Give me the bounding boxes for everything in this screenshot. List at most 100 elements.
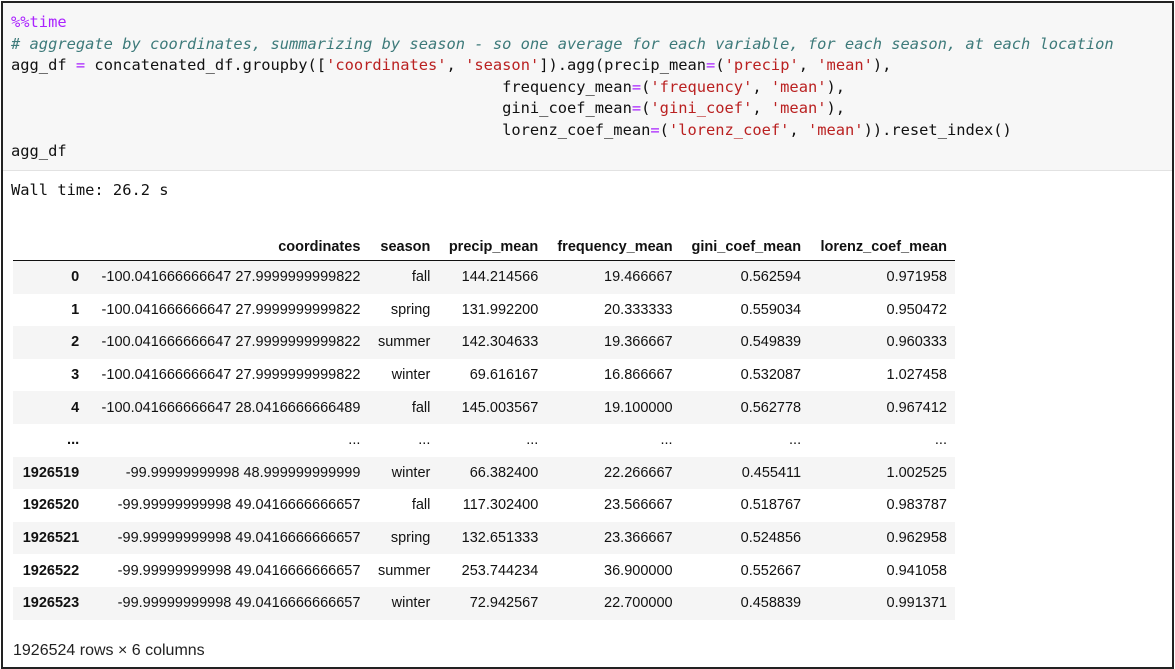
table-cell: ... [934, 432, 947, 449]
table-cell: -100.041666666647 27.9999999999822 [101, 367, 361, 384]
table-row: 1926522 -99.99999999998 49.0416666666657 s… [13, 554, 955, 587]
code-line-gini: gini_coef_mean=('gini_coef', 'mean'), [502, 99, 846, 117]
table-cell: -100.041666666647 27.9999999999822 [101, 334, 361, 351]
notebook-frame: %%time # aggregate by coordinates, summa… [1, 1, 1174, 669]
code-line-frequency: frequency_mean=('frequency', 'mean'), [502, 77, 846, 96]
column-header-gini-coef-mean: gini_coef_mean [680, 233, 810, 261]
table-cell: 0.991371 [886, 595, 947, 612]
column-header-season: season [368, 233, 439, 261]
code-line-display: agg_df [11, 142, 67, 160]
index-header [13, 233, 88, 261]
table-cell: 0.455411 [741, 464, 802, 481]
row-index: 4 [71, 399, 80, 416]
table-cell: 22.700000 [604, 595, 673, 612]
table-cell: 145.003567 [461, 399, 539, 416]
table-row: 1926521 -99.99999999998 49.0416666666657 s… [13, 521, 955, 555]
table-cell: -100.041666666647 27.9999999999822 [101, 269, 361, 286]
table-cell: 69.616167 [469, 367, 539, 384]
code-line-lorenz: lorenz_coef_mean=('lorenz_coef', 'mean')… [502, 120, 1012, 139]
table-cell: summer [377, 562, 431, 579]
table-header-row: coordinates season precip_mean frequency_me… [13, 233, 955, 261]
table-cell: 0.967412 [886, 399, 947, 416]
table-cell: 117.302400 [462, 497, 539, 514]
table-cell: 0.559034 [740, 301, 802, 318]
table-cell: 19.100000 [604, 399, 673, 416]
table-cell: 36.900000 [604, 562, 673, 579]
cell-magic: %%time [11, 13, 67, 31]
table-cell: spring [390, 530, 431, 547]
table-cell: 19.366667 [604, 334, 673, 351]
row-index: ... [67, 432, 80, 449]
table-cell: -100.041666666647 27.9999999999822 [101, 301, 361, 318]
table-cell: winter [391, 595, 431, 612]
row-index: 1 [71, 301, 80, 318]
code-cell[interactable]: %%time # aggregate by coordinates, summa… [3, 3, 1172, 171]
row-index: 1926519 [22, 464, 80, 481]
table-cell: 142.304633 [461, 334, 539, 351]
row-index: 1926522 [22, 562, 80, 579]
table-cell: 1.027458 [886, 367, 947, 384]
code-editor[interactable]: %%time # aggregate by coordinates, summa… [11, 12, 1114, 163]
table-cell: fall [411, 497, 431, 514]
table-cell: 0.524856 [740, 530, 802, 547]
column-header-frequency-mean: frequency_mean [546, 233, 681, 261]
table-cell: spring [390, 301, 431, 318]
table-cell: 0.562778 [740, 399, 802, 416]
table-row: 4 -100.041666666647 28.0416666666489 fall 1… [13, 391, 955, 424]
table-row: 2 -100.041666666647 27.9999999999822 summe… [13, 326, 955, 359]
table-cell: 0.960333 [886, 334, 947, 351]
table-cell: 0.552667 [740, 562, 802, 579]
table-cell: fall [411, 399, 431, 416]
table-cell: 66.382400 [469, 464, 539, 481]
dataframe-shape: 1926524 rows × 6 columns [13, 642, 205, 659]
table-cell: 22.266667 [604, 464, 673, 481]
row-index: 1926521 [22, 530, 80, 547]
table-row: 3 -100.041666666647 27.9999999999822 winte… [13, 358, 955, 392]
table-cell: ... [660, 432, 673, 449]
table-cell: 253.744234 [461, 562, 539, 579]
row-index: 2 [71, 334, 80, 351]
table-cell: 23.366667 [604, 530, 673, 547]
table-body: 0 -100.041666666647 27.9999999999822 fall 1… [13, 260, 955, 620]
table-cell: ... [348, 432, 361, 449]
table-cell: -99.99999999998 49.0416666666657 [117, 497, 361, 514]
table-cell: 23.566667 [604, 497, 673, 514]
output-area: Wall time: 26.2 s coordinates season preci… [3, 171, 1172, 667]
row-index: 1926520 [22, 497, 80, 514]
table-row: 0 -100.041666666647 27.9999999999822 fall 1… [13, 260, 955, 294]
table-cell: 20.333333 [604, 301, 673, 318]
dataframe-table: coordinates season precip_mean frequency_me… [13, 233, 955, 620]
table-cell: winter [391, 367, 431, 384]
table-row: ..................... [13, 423, 955, 457]
table-cell: 0.458839 [740, 595, 802, 612]
table-cell: 1.002525 [886, 464, 947, 481]
table-cell: 131.992200 [461, 301, 539, 318]
table-cell: 0.532087 [740, 367, 802, 384]
table-cell: ... [789, 432, 802, 449]
column-header-precip-mean: precip_mean [438, 233, 547, 261]
table-cell: 0.971958 [886, 269, 947, 286]
table-cell: summer [377, 334, 431, 351]
table-cell: -99.99999999998 49.0416666666657 [117, 595, 361, 612]
table-row: 1926523 -99.99999999998 49.0416666666657 w… [13, 586, 955, 620]
table-cell: ... [418, 432, 431, 449]
table-cell: 132.651333 [461, 530, 539, 547]
table-cell: 144.214566 [461, 269, 539, 286]
table-cell: 0.518767 [740, 497, 802, 514]
table-cell: 0.983787 [886, 497, 947, 514]
table-cell: 0.941058 [886, 562, 947, 579]
table-row: 1926519 -99.99999999998 48.999999999999 wi… [13, 456, 955, 490]
column-header-coordinates: coordinates [87, 233, 369, 261]
table-row: 1 -100.041666666647 27.9999999999822 sprin… [13, 293, 955, 327]
table-cell: 16.866667 [604, 367, 673, 384]
table-cell: 19.466667 [604, 269, 673, 286]
table-cell: 0.962958 [886, 530, 947, 547]
table-cell: 0.562594 [740, 269, 802, 286]
table-cell: -99.99999999998 49.0416666666657 [117, 530, 361, 547]
code-comment: # aggregate by coordinates, summarizing … [11, 34, 1114, 53]
table-row: 1926520 -99.99999999998 49.0416666666657 f… [13, 489, 955, 522]
row-index: 1926523 [22, 595, 80, 612]
table-cell: 72.942567 [469, 595, 539, 612]
table-cell: 0.950472 [886, 301, 947, 318]
table-cell: -99.99999999998 49.0416666666657 [117, 562, 361, 579]
